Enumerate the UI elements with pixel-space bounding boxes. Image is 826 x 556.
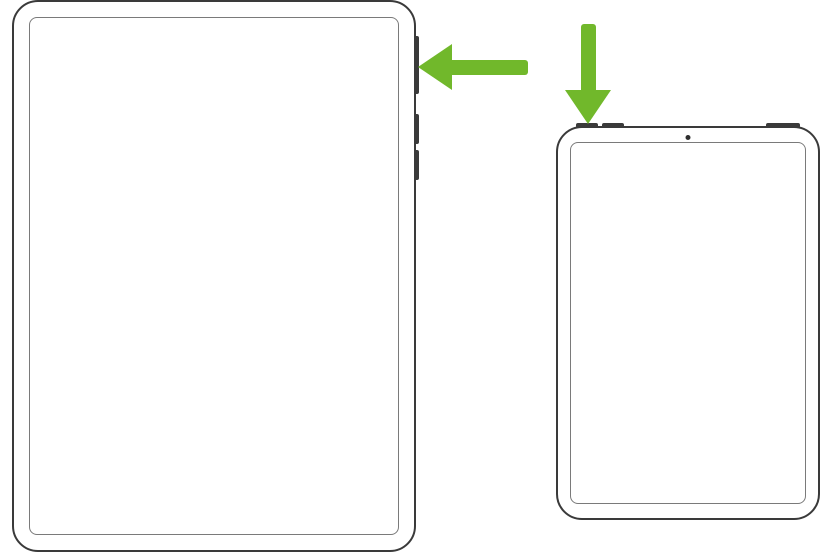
volume-up-button: [414, 114, 419, 144]
volume-down-button: [414, 150, 419, 180]
device-large: [12, 0, 416, 552]
arrow-down-icon: [559, 24, 617, 124]
arrow-left-icon: [418, 42, 528, 92]
device-small-screen: [570, 142, 806, 504]
diagram-canvas: { "devices": { "large": { "type": "table…: [0, 0, 826, 556]
device-large-screen: [29, 17, 399, 535]
top-power-button: [766, 123, 800, 128]
top-button-small: [350, 0, 386, 2]
front-camera-icon: [686, 135, 691, 140]
device-small: [556, 126, 820, 520]
